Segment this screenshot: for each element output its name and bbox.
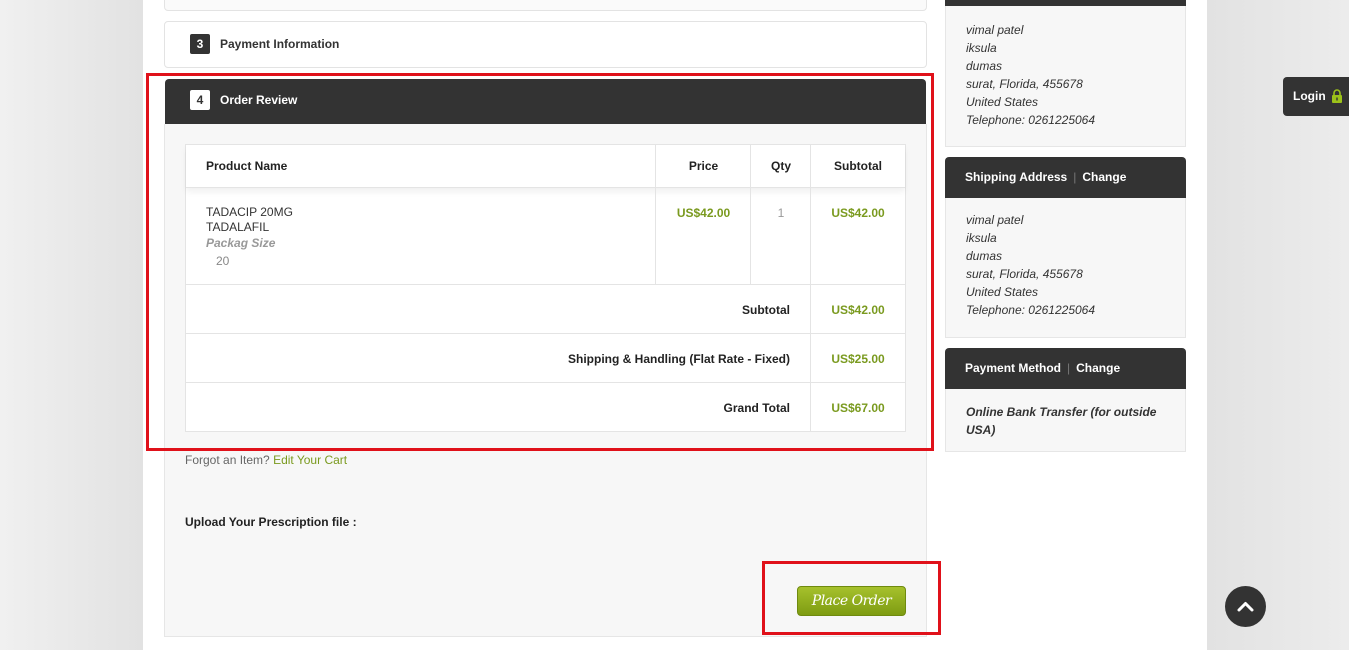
address-line: Telephone: 0261225064	[966, 303, 1096, 317]
address-line: surat, Florida, 455678	[966, 267, 1083, 281]
highlight-order-review	[146, 73, 934, 451]
step-payment-information[interactable]: 3 Payment Information	[164, 21, 927, 68]
scroll-to-top-button[interactable]	[1225, 586, 1266, 627]
address-line: Telephone: 0261225064	[966, 113, 1096, 127]
address-line: surat, Florida, 455678	[966, 77, 1083, 91]
step-number-badge: 3	[190, 34, 210, 54]
login-tab[interactable]: Login	[1283, 77, 1349, 116]
lock-icon	[1332, 89, 1342, 103]
upload-prescription-label: Upload Your Prescription file :	[185, 515, 357, 529]
highlight-place-order	[762, 561, 941, 635]
step-title: Payment Information	[220, 37, 340, 51]
address-line: iksula	[966, 41, 997, 55]
address-line: United States	[966, 285, 1039, 299]
shipping-change-link[interactable]: Change	[1082, 170, 1126, 184]
address-line: United States	[966, 95, 1039, 109]
edit-cart-link[interactable]: Edit Your Cart	[273, 453, 347, 467]
separator: |	[1073, 170, 1077, 184]
address-line: iksula	[966, 231, 997, 245]
shipping-address: vimal patel iksula dumas surat, Florida,…	[966, 211, 1095, 319]
address-line: dumas	[966, 59, 1003, 73]
shipping-address-box: vimal patel iksula dumas surat, Florida,…	[945, 198, 1186, 338]
shipping-address-header: Shipping Address | Change	[945, 157, 1186, 198]
address-line: vimal patel	[966, 23, 1024, 37]
payment-method-box: Online Bank Transfer (for outside USA)	[945, 389, 1186, 452]
payment-method-value: Online Bank Transfer (for outside USA)	[966, 405, 1157, 437]
billing-address: vimal patel iksula dumas surat, Florida,…	[966, 21, 1095, 129]
forgot-item-label: Forgot an Item?	[185, 453, 270, 467]
payment-change-link[interactable]: Change	[1076, 361, 1120, 375]
login-label: Login	[1293, 89, 1326, 103]
separator: |	[1067, 361, 1071, 375]
background-left	[0, 0, 143, 650]
chevron-up-icon	[1237, 602, 1254, 612]
previous-step-section	[164, 0, 927, 11]
address-line: vimal patel	[966, 213, 1024, 227]
address-line: dumas	[966, 249, 1003, 263]
payment-method-header: Payment Method | Change	[945, 348, 1186, 389]
billing-address-box: vimal patel iksula dumas surat, Florida,…	[945, 6, 1186, 147]
shipping-address-title: Shipping Address	[965, 170, 1068, 184]
payment-method-title: Payment Method	[965, 361, 1062, 375]
forgot-item-text: Forgot an Item? Edit Your Cart	[185, 453, 347, 467]
